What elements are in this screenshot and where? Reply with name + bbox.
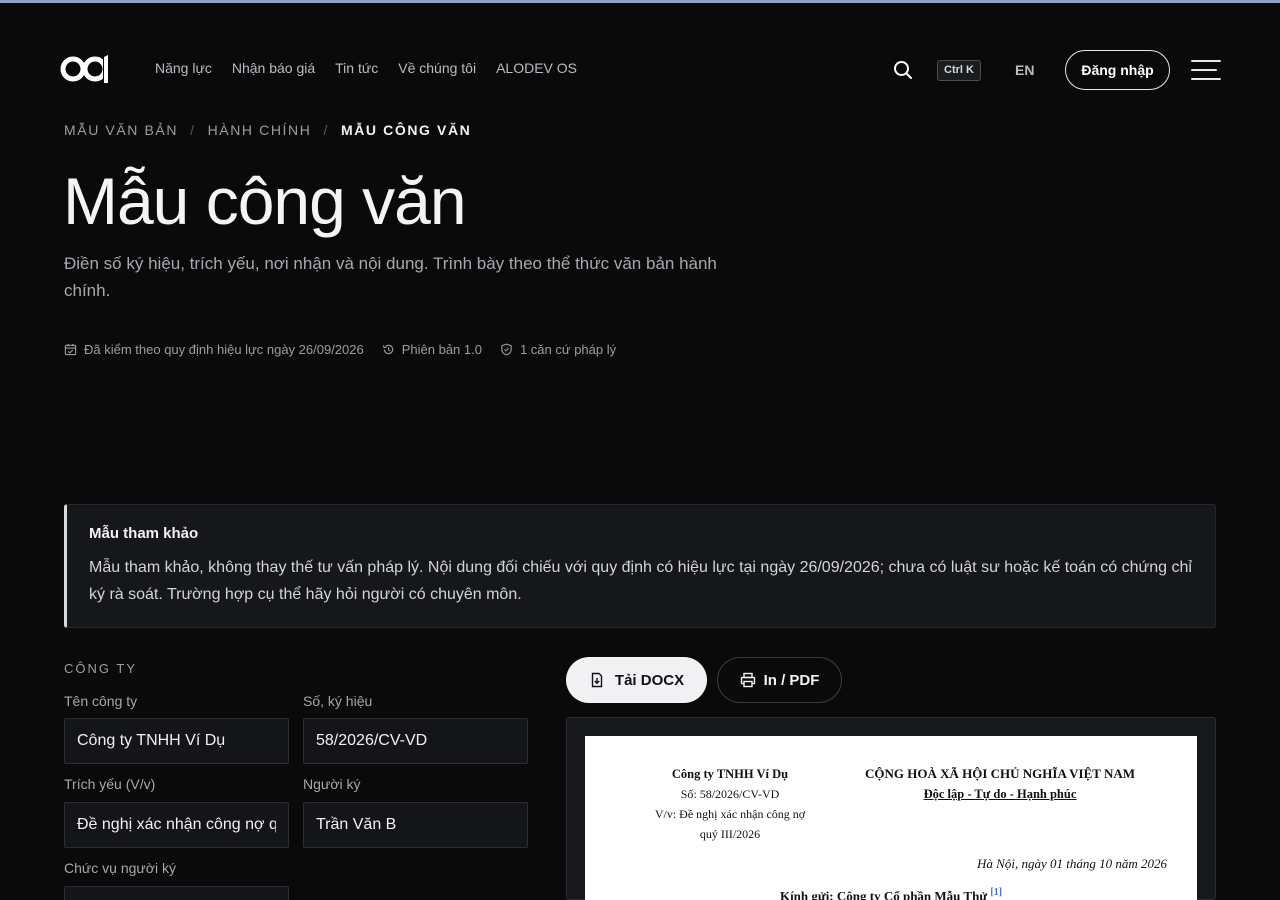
alodev-logo-icon[interactable] xyxy=(60,52,112,86)
form-section-label: Công ty xyxy=(64,661,137,676)
breadcrumb-item-templates[interactable]: Mẫu văn bản xyxy=(64,122,178,138)
document-subject-line-2: quý III/2026 xyxy=(699,827,761,841)
nav-item-quote[interactable]: Nhận báo giá xyxy=(232,60,315,76)
top-accent-line xyxy=(0,0,1280,3)
document-subject-line-1: V/v: Đề nghị xác nhận công nợ xyxy=(654,807,806,821)
document-recipient-text: Kính gửi: Công ty Cổ phần Mẫu Thử xyxy=(779,888,988,900)
site-header: Năng lực Nhận báo giá Tin tức Về chúng t… xyxy=(0,40,1280,100)
disclaimer-notice: Mẫu tham khảo Mẫu tham khảo, không thay … xyxy=(64,504,1216,628)
meta-row: Đã kiểm theo quy định hiệu lực ngày 26/0… xyxy=(64,342,616,357)
search-shortcut-badge: Ctrl K xyxy=(937,60,981,81)
page-description: Điền số ký hiệu, trích yếu, nơi nhận và … xyxy=(64,254,717,300)
breadcrumb-separator: / xyxy=(323,122,329,138)
document-date: Hà Nội, ngày 01 tháng 10 năm 2026 xyxy=(977,856,1167,871)
download-docx-button[interactable]: Tải DOCX xyxy=(566,657,707,703)
document-number: Số: 58/2026/CV-VD xyxy=(680,787,780,801)
document-recipient: Kính gửi: Công ty Cổ phần Mẫu Thử [1] xyxy=(585,887,1197,900)
file-download-icon xyxy=(591,672,603,688)
breadcrumb-item-current: Mẫu công văn xyxy=(340,122,472,138)
login-button[interactable]: Đăng nhập xyxy=(1065,50,1170,90)
search-icon[interactable] xyxy=(892,59,914,81)
print-pdf-button[interactable]: In / PDF xyxy=(717,657,842,703)
breadcrumb: Mẫu văn bản / Hành chính / Mẫu công văn xyxy=(64,122,471,138)
download-docx-label: Tải DOCX xyxy=(614,671,685,689)
nav-item-capabilities[interactable]: Năng lực xyxy=(155,60,212,76)
meta-legal-basis: 1 căn cứ pháp lý xyxy=(500,342,616,357)
main-nav: Năng lực Nhận báo giá Tin tức Về chúng t… xyxy=(155,60,577,76)
document-preview-page: Công ty TNHH Ví Dụ Số: 58/2026/CV-VD V/v… xyxy=(585,736,1197,900)
language-switch[interactable]: EN xyxy=(1015,62,1034,78)
nav-item-alodev-os[interactable]: ALODEV OS xyxy=(496,60,577,76)
nav-item-news[interactable]: Tin tức xyxy=(335,60,378,76)
notice-body: Mẫu tham khảo, không thay thế tư vấn phá… xyxy=(89,559,1192,603)
document-header-right: CỘNG HOÀ XÃ HỘI CHỦ NGHĨA VIỆT NAM Độc l… xyxy=(855,764,1145,804)
meta-verified-text: Đã kiểm theo quy định hiệu lực ngày 26/0… xyxy=(84,342,364,357)
subject-label: Trích yếu (V/v) xyxy=(64,776,156,792)
shield-check-icon xyxy=(501,343,512,356)
reference-no-label: Số, ký hiệu xyxy=(303,693,373,709)
document-header-left: Công ty TNHH Ví Dụ Số: 58/2026/CV-VD V/v… xyxy=(625,764,835,844)
breadcrumb-separator: / xyxy=(190,122,196,138)
meta-verified: Đã kiểm theo quy định hiệu lực ngày 26/0… xyxy=(64,342,364,357)
nav-item-about[interactable]: Về chúng tôi xyxy=(398,60,476,76)
signer-input[interactable] xyxy=(303,802,528,848)
printer-icon xyxy=(740,672,755,688)
page-title: Mẫu công văn xyxy=(63,164,467,238)
notice-title: Mẫu tham khảo xyxy=(89,525,199,542)
company-name-label: Tên công ty xyxy=(64,693,138,709)
company-name-input[interactable] xyxy=(64,718,289,764)
subject-input[interactable] xyxy=(64,802,289,848)
signer-title-label: Chức vụ người ký xyxy=(64,860,176,876)
document-nation: CỘNG HOÀ XÃ HỘI CHỦ NGHĨA VIỆT NAM xyxy=(864,766,1136,781)
hamburger-menu-icon[interactable] xyxy=(1191,58,1221,82)
meta-version-text: Phiên bản 1.0 xyxy=(401,342,482,357)
breadcrumb-item-administrative[interactable]: Hành chính xyxy=(208,122,312,138)
footnote-link[interactable]: [1] xyxy=(990,887,1002,898)
meta-legal-basis-text: 1 căn cứ pháp lý xyxy=(519,342,617,357)
document-org-name: Công ty TNHH Ví Dụ xyxy=(671,767,789,781)
signer-label: Người ký xyxy=(303,776,361,792)
print-pdf-label: In / PDF xyxy=(763,671,820,689)
reference-no-input[interactable] xyxy=(303,718,528,764)
signer-title-input[interactable] xyxy=(64,886,289,900)
history-icon xyxy=(382,344,393,355)
document-motto: Độc lập - Tự do - Hạnh phúc xyxy=(923,787,1077,801)
calendar-check-icon xyxy=(64,343,77,356)
meta-version: Phiên bản 1.0 xyxy=(382,342,482,357)
